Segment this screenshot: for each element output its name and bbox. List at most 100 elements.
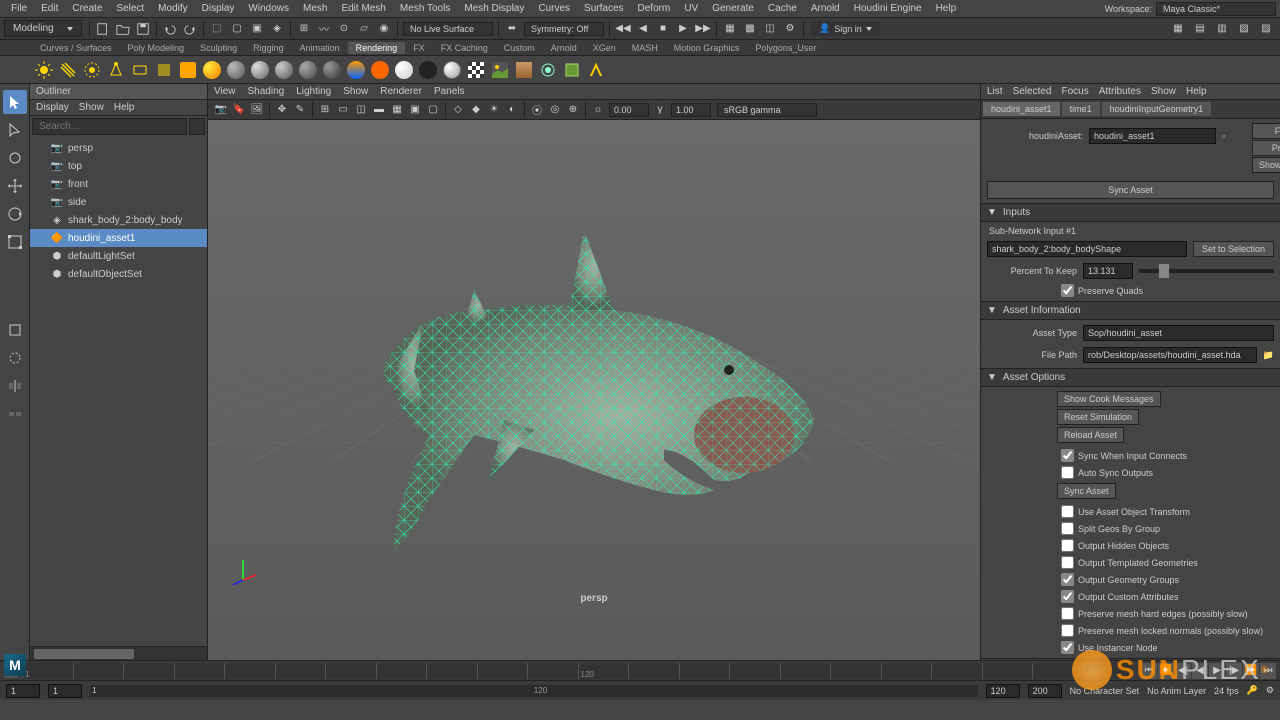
paint-select-tool[interactable] xyxy=(3,146,27,170)
lasso-tool[interactable] xyxy=(3,118,27,142)
select-tool[interactable] xyxy=(3,90,27,114)
snap-together-tool[interactable] xyxy=(3,402,27,426)
shelf-tab-rendering[interactable]: Rendering xyxy=(348,42,406,54)
shelf-material-surface-icon[interactable] xyxy=(393,59,415,81)
shelf-light-area-icon[interactable] xyxy=(129,59,151,81)
move-tool[interactable] xyxy=(3,174,27,198)
houdini-asset-field[interactable] xyxy=(1089,128,1216,144)
outliner-menu-display[interactable]: Display xyxy=(36,102,69,113)
toggle-con-icon[interactable]: ⬌ xyxy=(503,20,521,38)
snap-grid-icon[interactable]: ⊞ xyxy=(295,20,313,38)
fps-display[interactable]: 24 fps xyxy=(1214,686,1239,696)
render-region-icon[interactable]: ◫ xyxy=(761,20,779,38)
menu-uv[interactable]: UV xyxy=(677,3,705,14)
shelf-render-view-icon[interactable] xyxy=(201,59,223,81)
vp-near-input[interactable] xyxy=(609,103,649,117)
vp-field-chart-icon[interactable]: ▦ xyxy=(389,102,405,118)
option-check-6[interactable] xyxy=(1061,607,1074,620)
shelf-material-layered-icon[interactable] xyxy=(369,59,391,81)
vp-image-plane-icon[interactable]: 🖼 xyxy=(249,102,265,118)
viewport-3d[interactable]: persp xyxy=(208,120,980,660)
stop-icon[interactable]: ■ xyxy=(654,20,672,38)
snap-curve-icon[interactable]: 〰 xyxy=(315,20,333,38)
option-check-5[interactable] xyxy=(1061,590,1074,603)
outliner-menu-show[interactable]: Show xyxy=(79,102,104,113)
shelf-tab-xgen[interactable]: XGen xyxy=(585,42,624,54)
subnet-input-field[interactable] xyxy=(987,241,1187,257)
charset-dropdown[interactable]: No Character Set xyxy=(1070,686,1140,696)
snap-point-icon[interactable]: ⊙ xyxy=(335,20,353,38)
reload-asset-button[interactable]: Reload Asset xyxy=(1057,427,1124,443)
ae-menu-help[interactable]: Help xyxy=(1186,86,1207,97)
vp-xray-joint-icon[interactable]: ⊕ xyxy=(565,102,581,118)
outliner-menu-help[interactable]: Help xyxy=(114,102,135,113)
outliner-item-persp[interactable]: 📷persp xyxy=(30,139,207,157)
menu-arnold[interactable]: Arnold xyxy=(804,3,847,14)
outliner-item-defaultobjectset[interactable]: ⬢defaultObjectSet xyxy=(30,265,207,283)
menu-file[interactable]: File xyxy=(4,3,34,14)
option-check-0[interactable] xyxy=(1061,505,1074,518)
menu-mesh-tools[interactable]: Mesh Tools xyxy=(393,3,457,14)
vp-menu-shading[interactable]: Shading xyxy=(248,86,285,97)
outliner-item-front[interactable]: 📷front xyxy=(30,175,207,193)
outliner-item-defaultlightset[interactable]: ⬢defaultLightSet xyxy=(30,247,207,265)
last-tool[interactable] xyxy=(3,318,27,342)
ae-menu-selected[interactable]: Selected xyxy=(1013,86,1052,97)
shelf-texture-checker-icon[interactable] xyxy=(465,59,487,81)
step-back-button[interactable]: ⏪ xyxy=(1158,663,1174,679)
save-scene-icon[interactable] xyxy=(134,20,152,38)
outliner-search-input[interactable] xyxy=(32,118,187,135)
vp-select-camera-icon[interactable]: 📷 xyxy=(213,102,229,118)
ae-tab-asset[interactable]: houdini_asset1 xyxy=(983,102,1060,116)
menu-help[interactable]: Help xyxy=(929,3,964,14)
range-start-field[interactable] xyxy=(6,684,40,698)
vp-xray-icon[interactable]: ◎ xyxy=(547,102,563,118)
menu-generate[interactable]: Generate xyxy=(705,3,761,14)
menu-windows[interactable]: Windows xyxy=(241,3,296,14)
shelf-batch-render-icon[interactable] xyxy=(585,59,607,81)
menu-modify[interactable]: Modify xyxy=(151,3,194,14)
menu-deform[interactable]: Deform xyxy=(631,3,678,14)
rotate-tool[interactable] xyxy=(3,202,27,226)
shelf-tab-custom[interactable]: Custom xyxy=(496,42,543,54)
menu-select[interactable]: Select xyxy=(109,3,151,14)
shelf-tab-fx[interactable]: FX xyxy=(405,42,433,54)
play-fwd-button[interactable]: ▶ xyxy=(1209,663,1225,679)
go-end-button[interactable]: ⏭ xyxy=(1260,663,1276,679)
menu-mesh-display[interactable]: Mesh Display xyxy=(457,3,531,14)
asset-type-field[interactable] xyxy=(1083,325,1274,341)
snap-live-icon[interactable]: ◉ xyxy=(375,20,393,38)
range-end-field[interactable] xyxy=(1028,684,1062,698)
ae-tab-geom[interactable]: houdiniInputGeometry1 xyxy=(1102,102,1212,116)
workspace-dropdown[interactable]: Maya Classic* xyxy=(1156,2,1276,16)
select-face-icon[interactable]: ▣ xyxy=(248,20,266,38)
asset-options-section-header[interactable]: ▼Asset Options xyxy=(981,368,1280,387)
undo-icon[interactable] xyxy=(161,20,179,38)
vp-menu-lighting[interactable]: Lighting xyxy=(296,86,331,97)
shelf-tab-poly[interactable]: Poly Modeling xyxy=(120,42,193,54)
toggle-tool-settings-icon[interactable]: ▨ xyxy=(1257,20,1275,38)
ae-menu-list[interactable]: List xyxy=(987,86,1003,97)
vp-wireframe-icon[interactable]: ◇ xyxy=(450,102,466,118)
shelf-light-directional-icon[interactable] xyxy=(57,59,79,81)
go-start-button[interactable]: ⏮ xyxy=(1141,663,1157,679)
outliner-search-toggle[interactable] xyxy=(189,118,205,135)
auto-sync-checkbox[interactable] xyxy=(1061,466,1074,479)
option-check-7[interactable] xyxy=(1061,624,1074,637)
sync-when-checkbox[interactable] xyxy=(1061,449,1074,462)
vp-menu-view[interactable]: View xyxy=(214,86,236,97)
render-settings-icon[interactable]: ⚙ xyxy=(781,20,799,38)
shelf-tab-mograph[interactable]: Motion Graphics xyxy=(666,42,748,54)
vp-2d-pan-icon[interactable]: ✥ xyxy=(274,102,290,118)
vp-far-input[interactable] xyxy=(671,103,711,117)
file-path-field[interactable] xyxy=(1083,347,1257,363)
play-back-button[interactable]: ◀ xyxy=(1192,663,1208,679)
shelf-hypershade-icon[interactable] xyxy=(537,59,559,81)
symmetry-tool[interactable] xyxy=(3,374,27,398)
preserve-quads-checkbox[interactable] xyxy=(1061,284,1074,297)
next-key-button[interactable]: |▶ xyxy=(1226,663,1242,679)
menu-edit-mesh[interactable]: Edit Mesh xyxy=(334,3,392,14)
nav-up-icon[interactable]: ▫ xyxy=(1222,131,1236,141)
ae-menu-focus[interactable]: Focus xyxy=(1061,86,1088,97)
shelf-material-phong-icon[interactable] xyxy=(273,59,295,81)
